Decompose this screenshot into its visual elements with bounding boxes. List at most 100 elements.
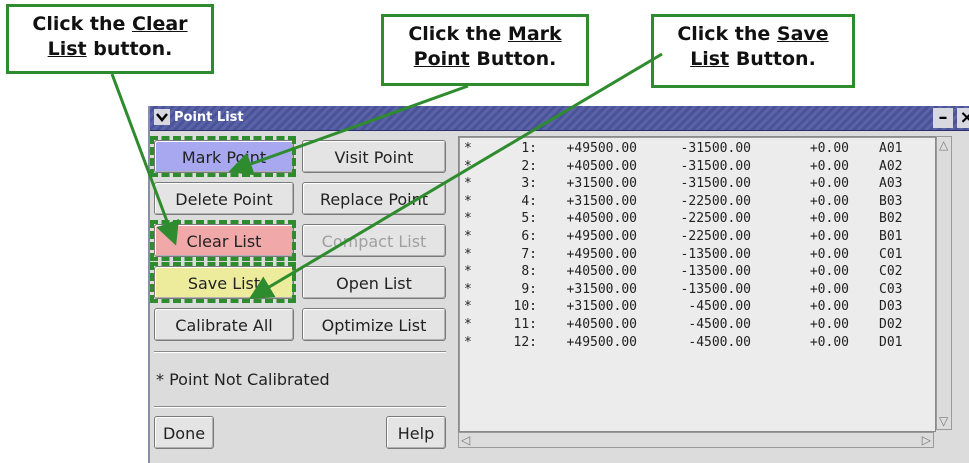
point-x: +49500.00 [566, 246, 637, 262]
callout-underlined: Point [413, 48, 470, 70]
delete-point-button[interactable]: Delete Point [154, 182, 294, 215]
point-flag: * [464, 264, 472, 280]
point-z: +0.00 [809, 334, 849, 350]
point-z: +0.00 [809, 193, 849, 209]
callout-underlined: Save [776, 23, 829, 45]
point-flag: * [464, 246, 472, 262]
chevron-down-icon[interactable] [154, 109, 170, 125]
done-button[interactable]: Done [154, 416, 214, 449]
point-id: D03 [879, 299, 903, 315]
point-y: -4500.00 [688, 334, 751, 350]
calibrate-all-button[interactable]: Calibrate All [154, 308, 294, 341]
scroll-right-icon[interactable]: ▷ [922, 434, 931, 446]
title-bar: Point List – × [150, 106, 969, 131]
point-z: +0.00 [809, 176, 849, 192]
point-x: +40500.00 [566, 264, 637, 280]
point-num: 11: [513, 317, 537, 332]
callout-underlined: Mark [507, 23, 562, 45]
point-y: -31500.00 [680, 158, 751, 174]
callout-text: Button. [729, 48, 816, 70]
callout-text: Click the [677, 23, 777, 45]
point-z: +0.00 [809, 158, 849, 174]
list-item[interactable]: * 6: +49500.00 -22500.00 +0.00 B01 [459, 229, 935, 245]
save-list-button[interactable]: Save List [154, 266, 294, 299]
point-z: +0.00 [809, 211, 849, 227]
not-calibrated-note: * Point Not Calibrated [156, 370, 330, 389]
point-z: +0.00 [809, 299, 849, 315]
point-list-window: Point List – × Mark Point Visit Point De… [148, 106, 969, 463]
help-button[interactable]: Help [386, 416, 446, 449]
point-list[interactable]: * 1: +49500.00 -31500.00 +0.00 A01 * 2: +40500.0… [458, 136, 936, 432]
point-num: 8: [521, 264, 537, 280]
point-id: B01 [879, 229, 903, 244]
point-y: -22500.00 [680, 211, 751, 227]
point-num: 3: [521, 176, 537, 192]
callout-underlined: List [47, 38, 87, 60]
point-flag: * [464, 193, 472, 209]
clear-list-button[interactable]: Clear List [154, 224, 294, 257]
scroll-down-icon[interactable]: ▽ [939, 415, 948, 427]
point-y: -4500.00 [688, 317, 751, 332]
list-item[interactable]: * 3: +31500.00 -31500.00 +0.00 A03 [459, 176, 935, 192]
point-id: A01 [879, 141, 903, 156]
point-flag: * [464, 141, 472, 156]
point-y: -22500.00 [680, 229, 751, 244]
point-y: -4500.00 [688, 299, 751, 315]
list-item[interactable]: * 11: +40500.00 -4500.00 +0.00 D02 [459, 317, 935, 333]
callout-text: Click the [408, 23, 508, 45]
close-icon[interactable]: × [957, 108, 969, 128]
minimize-icon[interactable]: – [933, 108, 953, 128]
point-y: -31500.00 [680, 141, 751, 156]
point-num: 7: [521, 246, 537, 262]
point-flag: * [464, 229, 472, 244]
point-x: +49500.00 [566, 229, 637, 244]
list-item[interactable]: * 8: +40500.00 -13500.00 +0.00 C02 [459, 264, 935, 280]
point-flag: * [464, 158, 472, 174]
point-y: -13500.00 [680, 264, 751, 280]
visit-point-button[interactable]: Visit Point [302, 140, 446, 173]
point-num: 9: [521, 281, 537, 297]
mark-point-button[interactable]: Mark Point [154, 140, 294, 173]
point-z: +0.00 [809, 317, 849, 332]
list-item[interactable]: * 9: +31500.00 -13500.00 +0.00 C03 [459, 282, 935, 298]
point-y: -13500.00 [680, 246, 751, 262]
point-id: C01 [879, 246, 903, 262]
point-flag: * [464, 176, 472, 192]
point-x: +40500.00 [566, 211, 637, 227]
point-num: 5: [521, 211, 537, 227]
point-x: +40500.00 [566, 158, 637, 174]
horizontal-scrollbar[interactable]: ◁ ▷ [458, 432, 934, 448]
callout-text: button. [86, 38, 173, 60]
point-id: D02 [879, 317, 903, 332]
point-num: 12: [513, 334, 537, 350]
replace-point-button[interactable]: Replace Point [302, 182, 446, 215]
list-item[interactable]: * 2: +40500.00 -31500.00 +0.00 A02 [459, 159, 935, 175]
mark-point-callout: Click the Mark Point Button. [381, 14, 589, 86]
list-item[interactable]: * 7: +49500.00 -13500.00 +0.00 C01 [459, 247, 935, 263]
point-flag: * [464, 211, 472, 227]
callout-underlined: Clear [132, 13, 188, 35]
optimize-list-button[interactable]: Optimize List [302, 308, 446, 341]
list-item[interactable]: * 10: +31500.00 -4500.00 +0.00 D03 [459, 299, 935, 315]
point-y: -31500.00 [680, 176, 751, 192]
callout-text: Button. [469, 48, 557, 70]
point-x: +31500.00 [566, 193, 637, 209]
list-item[interactable]: * 5: +40500.00 -22500.00 +0.00 B02 [459, 211, 935, 227]
list-item[interactable]: * 1: +49500.00 -31500.00 +0.00 A01 [459, 141, 935, 157]
save-list-callout: Click the Save List Button. [651, 14, 855, 88]
point-flag: * [464, 334, 472, 350]
compact-list-button: Compact List [302, 224, 446, 257]
point-id: A02 [879, 158, 903, 174]
point-id: A03 [879, 176, 903, 192]
list-item[interactable]: * 4: +31500.00 -22500.00 +0.00 B03 [459, 194, 935, 210]
list-item[interactable]: * 12: +49500.00 -4500.00 +0.00 D01 [459, 335, 935, 351]
point-z: +0.00 [809, 264, 849, 280]
point-flag: * [464, 317, 472, 332]
point-id: C03 [879, 281, 903, 297]
point-z: +0.00 [809, 281, 849, 297]
scroll-left-icon[interactable]: ◁ [461, 434, 470, 446]
scroll-up-icon[interactable]: △ [939, 139, 948, 151]
point-num: 6: [521, 229, 537, 244]
vertical-scrollbar[interactable]: △ ▽ [936, 136, 952, 430]
open-list-button[interactable]: Open List [302, 266, 446, 299]
